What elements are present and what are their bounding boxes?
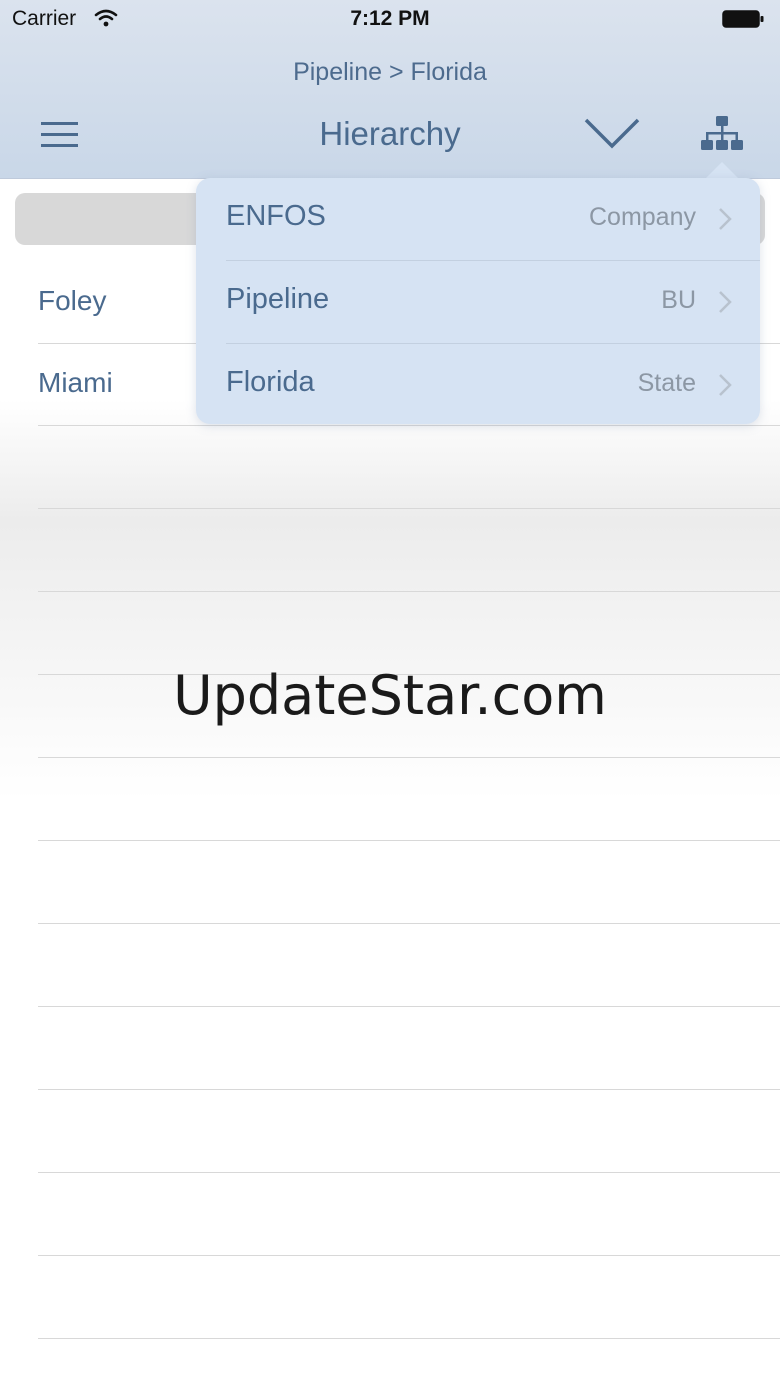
hierarchy-item-type: BU [661,286,696,314]
chevron-right-icon [719,208,732,230]
list-item-label: Miami [38,367,113,398]
list-item-label: Foley [38,285,107,316]
hierarchy-item-enfos[interactable]: ENFOS Company [226,178,760,261]
row-divider [38,757,780,758]
row-divider [38,923,780,924]
hierarchy-item-pipeline[interactable]: Pipeline BU [226,261,760,344]
row-divider [38,1006,780,1007]
chevron-right-icon [719,374,732,396]
status-time: 7:12 PM [350,7,430,30]
row-divider [38,591,780,592]
row-divider [38,1172,780,1173]
hierarchy-item-florida[interactable]: Florida State [226,344,760,426]
page-title: Hierarchy [319,115,461,152]
breadcrumb[interactable]: Pipeline > Florida [0,58,780,87]
hierarchy-popover: ENFOS Company Pipeline BU Florida State [196,178,760,424]
chevron-right-icon [719,291,732,313]
watermark-text: UpdateStar.com [173,664,607,727]
row-divider [38,1338,780,1339]
row-divider [38,508,780,509]
hierarchy-item-name: Pipeline [226,283,330,315]
battery-icon [722,10,764,28]
hierarchy-item-type: Company [589,203,696,231]
status-bar: Carrier 7:12 PM [0,0,780,40]
hierarchy-item-name: ENFOS [226,200,326,232]
hierarchy-icon[interactable] [700,114,744,154]
hierarchy-item-name: Florida [226,366,315,398]
row-divider [38,1255,780,1256]
chevron-down-icon[interactable] [582,114,642,154]
row-divider [38,840,780,841]
row-divider [38,1089,780,1090]
nav-header: Carrier 7:12 PM Pipeline > Florida Hiera… [0,0,780,179]
hierarchy-item-type: State [637,369,696,397]
